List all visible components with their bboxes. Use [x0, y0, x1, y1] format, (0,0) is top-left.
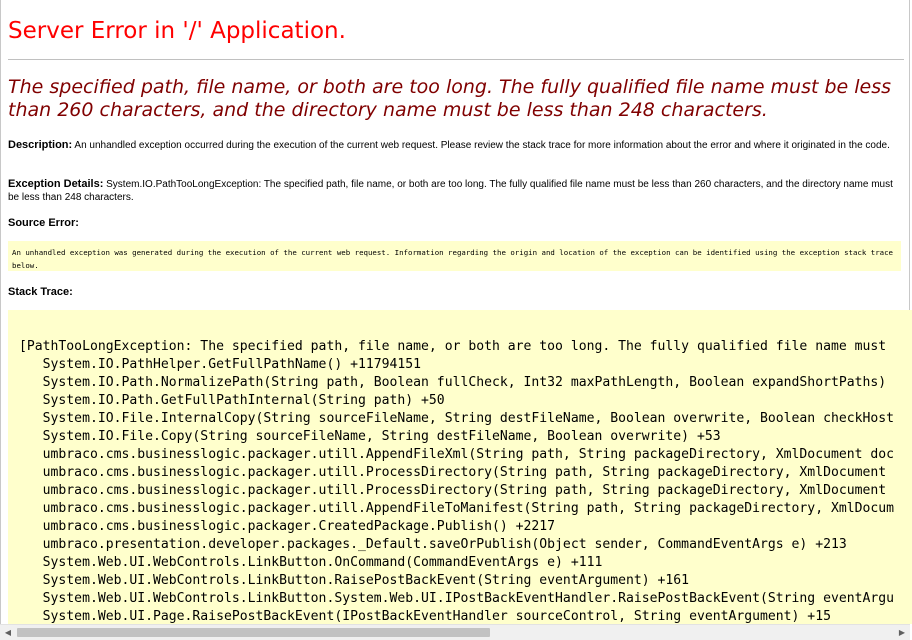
source-error-heading: Source Error:	[8, 217, 79, 229]
stack-trace-line: System.Web.UI.WebControls.LinkButton.OnC…	[19, 555, 603, 570]
left-arrow-icon[interactable]: ◀	[0, 625, 16, 640]
stack-trace-line: umbraco.cms.businesslogic.packager.utill…	[19, 465, 887, 480]
exception-details-label: Exception Details:	[8, 178, 104, 190]
error-message: The specified path, file name, or both a…	[8, 76, 892, 121]
description-paragraph: Description: An unhandled exception occu…	[8, 139, 900, 152]
stack-trace-line: System.Web.UI.Page.RaisePostBackEvent(IP…	[19, 609, 831, 624]
stack-trace-heading: Stack Trace:	[8, 286, 73, 298]
stack-trace-line: System.IO.Path.GetFullPathInternal(Strin…	[19, 393, 445, 408]
stack-trace-text: [PathTooLongException: The specified pat…	[19, 338, 894, 624]
stack-trace-line: umbraco.cms.businesslogic.packager.utill…	[19, 447, 895, 462]
scrollbar-thumb[interactable]	[17, 628, 490, 637]
horizontal-scrollbar[interactable]: ◀ ▶	[0, 624, 910, 640]
exception-details-paragraph: Exception Details: System.IO.PathTooLong…	[8, 178, 900, 204]
stack-trace-line: umbraco.cms.businesslogic.packager.Creat…	[19, 519, 556, 534]
stack-trace-line: umbraco.cms.businesslogic.packager.utill…	[19, 483, 887, 498]
exception-details-text: System.IO.PathTooLongException: The spec…	[8, 179, 893, 203]
source-error-text: An unhandled exception was generated dur…	[12, 248, 894, 270]
right-arrow-icon[interactable]: ▶	[894, 625, 910, 640]
stack-trace-line: umbraco.presentation.developer.packages.…	[19, 537, 847, 552]
source-error-box: An unhandled exception was generated dur…	[8, 241, 901, 271]
description-label: Description:	[8, 139, 73, 151]
page-title: Server Error in '/' Application.	[8, 18, 346, 44]
stack-trace-line: System.IO.File.InternalCopy(String sourc…	[19, 411, 895, 426]
stack-trace-line: umbraco.cms.businesslogic.packager.utill…	[19, 501, 895, 516]
title-divider	[8, 59, 904, 60]
stack-trace-box[interactable]: [PathTooLongException: The specified pat…	[8, 310, 912, 624]
stack-trace-line: [PathTooLongException: The specified pat…	[19, 339, 887, 354]
description-text: An unhandled exception occurred during t…	[72, 140, 890, 151]
stack-trace-line: System.Web.UI.WebControls.LinkButton.Rai…	[19, 573, 690, 588]
stack-trace-line: System.IO.File.Copy(String sourceFileNam…	[19, 429, 721, 444]
stack-trace-line: System.Web.UI.WebControls.LinkButton.Sys…	[19, 591, 895, 606]
stack-trace-line: System.IO.PathHelper.GetFullPathName() +…	[19, 357, 422, 372]
stack-trace-line: System.IO.Path.NormalizePath(String path…	[19, 375, 887, 390]
